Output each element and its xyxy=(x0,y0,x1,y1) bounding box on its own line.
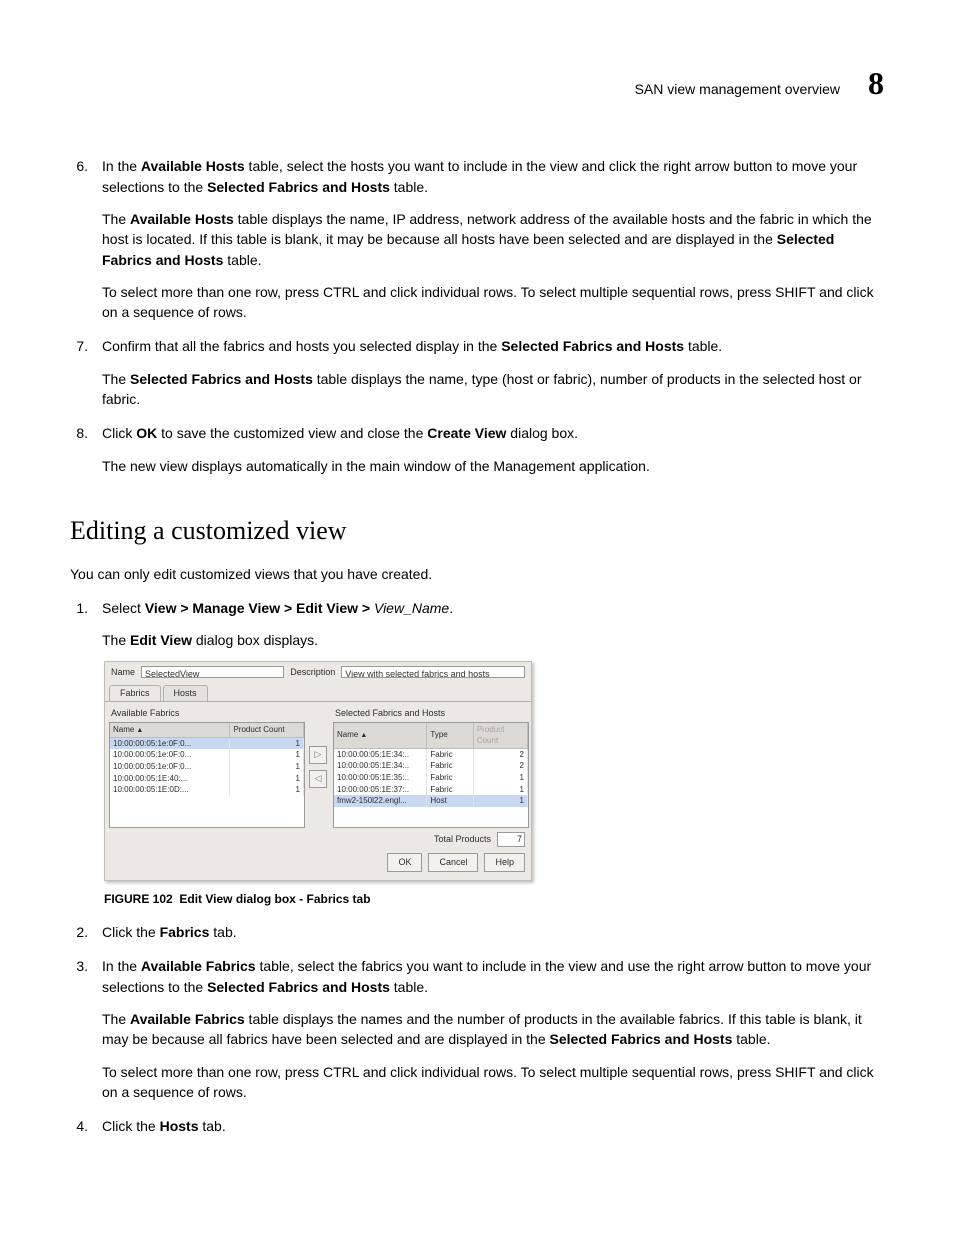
table-row[interactable]: 10:00:00:05:1E:34:..Fabric2 xyxy=(334,760,528,772)
move-right-button[interactable]: ▷ xyxy=(309,746,327,764)
paragraph: To select more than one row, press CTRL … xyxy=(102,282,884,323)
table-row[interactable]: 10:00:00:05:1e:0F:0...1 xyxy=(110,749,304,761)
table-row[interactable]: 10:00:00:05:1E:40:...1 xyxy=(110,773,304,785)
chapter-number: 8 xyxy=(868,60,884,106)
step-text: Confirm that all the fabrics and hosts y… xyxy=(102,336,884,356)
triangle-right-icon: ▷ xyxy=(315,748,322,761)
total-products-value: 7 xyxy=(497,832,525,847)
move-left-button[interactable]: ◁ xyxy=(309,770,327,788)
available-fabrics-table[interactable]: Name▲ Product Count 10:00:00:05:1e:0F:0.… xyxy=(109,722,305,828)
step-number: 6. xyxy=(70,156,88,322)
step-number: 7. xyxy=(70,336,88,409)
running-title: SAN view management overview xyxy=(635,79,840,99)
paragraph: The Edit View dialog box displays. xyxy=(102,630,884,650)
selected-fabrics-hosts-table[interactable]: Name▲ Type Product Count 10:00:00:05:1E:… xyxy=(333,722,529,828)
list-item: 1. Select View > Manage View > Edit View … xyxy=(70,598,884,651)
total-products-label: Total Products xyxy=(434,833,491,846)
list-item: 7. Confirm that all the fabrics and hosts… xyxy=(70,336,884,409)
running-header: SAN view management overview 8 xyxy=(70,60,884,106)
list-item: 8. Click OK to save the customized view a… xyxy=(70,423,884,476)
name-label: Name xyxy=(111,666,135,679)
list-item: 3. In the Available Fabrics table, select… xyxy=(70,956,884,1102)
step-text: In the Available Hosts table, select the… xyxy=(102,156,884,197)
step-text: Click OK to save the customized view and… xyxy=(102,423,884,443)
help-button[interactable]: Help xyxy=(484,853,525,872)
step-text: Click the Hosts tab. xyxy=(102,1116,884,1136)
table-row[interactable]: fmw2-150l22.engl...Host1 xyxy=(334,795,528,807)
step-number: 3. xyxy=(70,956,88,1102)
edit-view-dialog: Name SelectedView Description View with … xyxy=(104,661,532,881)
steps-second-group-post: 2. Click the Fabrics tab. 3. In the Availab… xyxy=(70,922,884,1136)
step-number: 4. xyxy=(70,1116,88,1136)
table-row[interactable]: 10:00:00:05:1E:0D:...1 xyxy=(110,784,304,796)
tab-fabrics[interactable]: Fabrics xyxy=(109,685,161,701)
description-field[interactable]: View with selected fabrics and hosts xyxy=(341,666,525,678)
list-item: 4. Click the Hosts tab. xyxy=(70,1116,884,1136)
tab-hosts[interactable]: Hosts xyxy=(163,685,208,701)
list-item: 2. Click the Fabrics tab. xyxy=(70,922,884,942)
cancel-button[interactable]: Cancel xyxy=(428,853,478,872)
paragraph: The Selected Fabrics and Hosts table dis… xyxy=(102,369,884,410)
triangle-left-icon: ◁ xyxy=(315,772,322,785)
step-number: 2. xyxy=(70,922,88,942)
paragraph: The Available Hosts table displays the n… xyxy=(102,209,884,270)
step-number: 1. xyxy=(70,598,88,651)
ok-button[interactable]: OK xyxy=(387,853,422,872)
sort-asc-icon: ▲ xyxy=(136,727,143,734)
name-field[interactable]: SelectedView xyxy=(141,666,284,678)
table-row[interactable]: 10:00:00:05:1E:34:..Fabric2 xyxy=(334,748,528,760)
section-heading: Editing a customized view xyxy=(70,512,884,550)
table-row[interactable]: 10:00:00:05:1e:0F:0...1 xyxy=(110,761,304,773)
sort-asc-icon: ▲ xyxy=(360,732,367,739)
available-fabrics-title: Available Fabrics xyxy=(109,706,303,722)
step-text: In the Available Fabrics table, select t… xyxy=(102,956,884,997)
step-number: 8. xyxy=(70,423,88,476)
steps-second-group-pre: 1. Select View > Manage View > Edit View … xyxy=(70,598,884,651)
step-text: Select View > Manage View > Edit View > … xyxy=(102,598,884,618)
list-item: 6. In the Available Hosts table, select t… xyxy=(70,156,884,322)
paragraph: The new view displays automatically in t… xyxy=(102,456,884,476)
section-intro: You can only edit customized views that … xyxy=(70,564,884,584)
description-label: Description xyxy=(290,666,335,679)
figure-caption: FIGURE 102 Edit View dialog box - Fabric… xyxy=(104,891,884,908)
table-row[interactable]: 10:00:00:05:1E:37:..Fabric1 xyxy=(334,784,528,796)
steps-first-group: 6. In the Available Hosts table, select t… xyxy=(70,156,884,476)
paragraph: The Available Fabrics table displays the… xyxy=(102,1009,884,1050)
table-row[interactable]: 10:00:00:05:1e:0F:0...1 xyxy=(110,737,304,749)
table-row[interactable]: 10:00:00:05:1E:35:..Fabric1 xyxy=(334,772,528,784)
step-text: Click the Fabrics tab. xyxy=(102,922,884,942)
selected-fabrics-hosts-title: Selected Fabrics and Hosts xyxy=(333,706,527,722)
paragraph: To select more than one row, press CTRL … xyxy=(102,1062,884,1103)
